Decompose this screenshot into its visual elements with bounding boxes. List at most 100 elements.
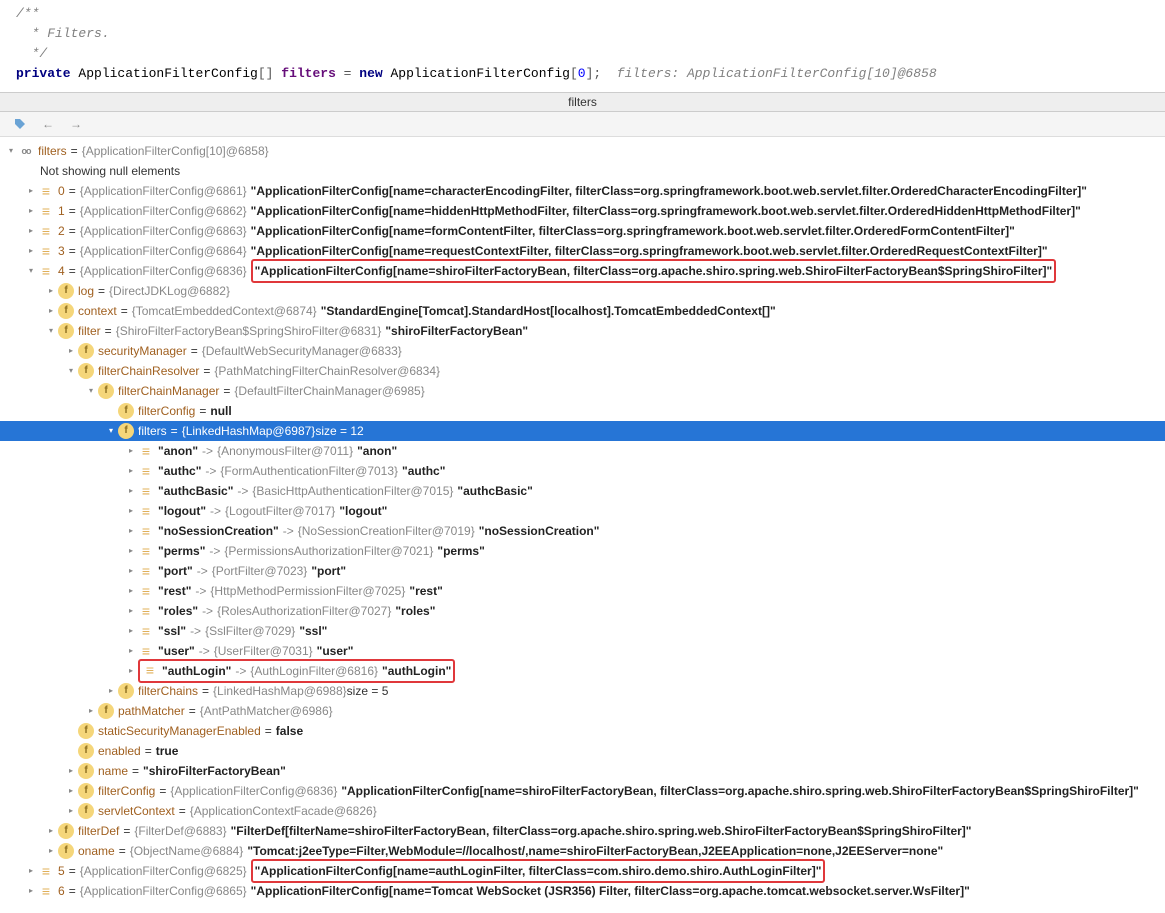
expander-icon[interactable]: ▸: [124, 664, 138, 678]
tree-prop-servletContext[interactable]: ▸ f servletContext= {ApplicationContextF…: [0, 801, 1165, 821]
expander-icon[interactable]: ▾: [84, 384, 98, 398]
expander-icon[interactable]: ▸: [124, 444, 138, 458]
map-entry[interactable]: ▸≡"anon"->{AnonymousFilter@7011}"anon": [0, 441, 1165, 461]
tree-prop-staticSec[interactable]: f staticSecurityManagerEnabled= false: [0, 721, 1165, 741]
map-entry[interactable]: ▸≡"roles"->{RolesAuthorizationFilter@702…: [0, 601, 1165, 621]
field-icon: f: [118, 403, 134, 419]
expander-icon[interactable]: ▸: [64, 764, 78, 778]
expander-icon[interactable]: ▸: [124, 564, 138, 578]
editor-code: /** * Filters. */ private ApplicationFil…: [0, 0, 1165, 92]
tree-prop-filters-selected[interactable]: ▾ f filters= {LinkedHashMap@6987} size =…: [0, 421, 1165, 441]
tree-prop-name[interactable]: ▸ f name= "shiroFilterFactoryBean": [0, 761, 1165, 781]
expander-icon[interactable]: ▸: [64, 344, 78, 358]
tree-prop-context[interactable]: ▸ f context= {TomcatEmbeddedContext@6874…: [0, 301, 1165, 321]
expander-icon[interactable]: ▾: [24, 264, 38, 278]
element-icon: ≡: [138, 583, 154, 599]
expander-icon[interactable]: ▾: [64, 364, 78, 378]
expander-icon[interactable]: ▸: [44, 844, 58, 858]
field-icon: f: [58, 283, 74, 299]
expander-icon[interactable]: ▸: [124, 464, 138, 478]
field-icon: f: [98, 383, 114, 399]
map-entry[interactable]: ▸≡"ssl"->{SslFilter@7029}"ssl": [0, 621, 1165, 641]
tag-icon[interactable]: [12, 116, 28, 132]
map-entry[interactable]: ▸≡"port"->{PortFilter@7023}"port": [0, 561, 1165, 581]
element-icon: ≡: [138, 643, 154, 659]
tree-item-2[interactable]: ▸ ≡ 2= {ApplicationFilterConfig@6863} "A…: [0, 221, 1165, 241]
back-icon[interactable]: ←: [40, 116, 56, 132]
expander-icon[interactable]: ▸: [24, 184, 38, 198]
tree-prop-securityManager[interactable]: ▸ f securityManager= {DefaultWebSecurity…: [0, 341, 1165, 361]
tree-item-1[interactable]: ▸ ≡ 1= {ApplicationFilterConfig@6862} "A…: [0, 201, 1165, 221]
field-icon: f: [58, 303, 74, 319]
element-icon: ≡: [138, 463, 154, 479]
expander-icon[interactable]: ▸: [24, 224, 38, 238]
field-icon: f: [78, 783, 94, 799]
tree-item-5[interactable]: ▸ ≡ 5= {ApplicationFilterConfig@6825} "A…: [0, 861, 1165, 881]
tree-item-0[interactable]: ▸ ≡ 0= {ApplicationFilterConfig@6861} "A…: [0, 181, 1165, 201]
expander-icon[interactable]: ▸: [124, 604, 138, 618]
tree-prop-filterChainManager[interactable]: ▾ f filterChainManager= {DefaultFilterCh…: [0, 381, 1165, 401]
expander-icon[interactable]: ▸: [124, 544, 138, 558]
expander-icon[interactable]: ▸: [124, 624, 138, 638]
expander-icon[interactable]: ▸: [124, 644, 138, 658]
expander-icon[interactable]: ▸: [84, 704, 98, 718]
field-icon: f: [78, 763, 94, 779]
element-icon: ≡: [38, 263, 54, 279]
map-entry[interactable]: ▸≡"rest"->{HttpMethodPermissionFilter@70…: [0, 581, 1165, 601]
tree-prop-enabled[interactable]: f enabled= true: [0, 741, 1165, 761]
toolbar: ← →: [0, 112, 1165, 137]
element-icon: ≡: [138, 503, 154, 519]
tree-item-4[interactable]: ▾ ≡ 4= {ApplicationFilterConfig@6836} "A…: [0, 261, 1165, 281]
map-entry[interactable]: ▸≡"authcBasic"->{BasicHttpAuthentication…: [0, 481, 1165, 501]
map-entry[interactable]: ▸≡"noSessionCreation"->{NoSessionCreatio…: [0, 521, 1165, 541]
tree-root[interactable]: ▾ oo filters = {ApplicationFilterConfig[…: [0, 141, 1165, 161]
expander-icon[interactable]: ▸: [64, 804, 78, 818]
element-icon: ≡: [38, 243, 54, 259]
map-entry-authLogin[interactable]: ▸≡"authLogin"->{AuthLoginFilter@6816}"au…: [0, 661, 1165, 681]
element-icon: ≡: [138, 523, 154, 539]
element-icon: ≡: [138, 443, 154, 459]
tree-prop-filterChains[interactable]: ▸ f filterChains= {LinkedHashMap@6988} s…: [0, 681, 1165, 701]
expander-icon[interactable]: ▸: [124, 484, 138, 498]
tree-prop-pathMatcher[interactable]: ▸ f pathMatcher= {AntPathMatcher@6986}: [0, 701, 1165, 721]
expander-icon[interactable]: ▸: [44, 284, 58, 298]
tree-item-3[interactable]: ▸ ≡ 3= {ApplicationFilterConfig@6864} "A…: [0, 241, 1165, 261]
expander-icon[interactable]: ▾: [4, 144, 18, 158]
element-icon: ≡: [38, 223, 54, 239]
expander-icon[interactable]: ▾: [104, 424, 118, 438]
panel-title: filters: [0, 92, 1165, 112]
map-entry[interactable]: ▸≡"perms"->{PermissionsAuthorizationFilt…: [0, 541, 1165, 561]
field-icon: f: [78, 743, 94, 759]
map-entry[interactable]: ▸≡"logout"->{LogoutFilter@7017}"logout": [0, 501, 1165, 521]
element-icon: ≡: [138, 563, 154, 579]
expander-icon[interactable]: ▸: [24, 884, 38, 898]
expander-icon[interactable]: ▸: [44, 304, 58, 318]
expander-icon[interactable]: ▸: [124, 584, 138, 598]
expander-icon[interactable]: ▾: [44, 324, 58, 338]
tree-item-6[interactable]: ▸ ≡ 6= {ApplicationFilterConfig@6865} "A…: [0, 881, 1165, 901]
tree-prop-filterChainResolver[interactable]: ▾ f filterChainResolver= {PathMatchingFi…: [0, 361, 1165, 381]
var-name: filters: [38, 141, 67, 161]
tree-prop-filter[interactable]: ▾ f filter= {ShiroFilterFactoryBean$Spri…: [0, 321, 1165, 341]
field-icon: f: [118, 683, 134, 699]
tree-prop-filterConfig[interactable]: f filterConfig= null: [0, 401, 1165, 421]
expander-icon[interactable]: ▸: [64, 784, 78, 798]
field-icon: f: [78, 803, 94, 819]
expander-icon[interactable]: ▸: [124, 504, 138, 518]
expander-icon[interactable]: ▸: [124, 524, 138, 538]
tree-prop-filterConfig2[interactable]: ▸ f filterConfig= {ApplicationFilterConf…: [0, 781, 1165, 801]
tree-prop-oname[interactable]: ▸ f oname= {ObjectName@6884} "Tomcat:j2e…: [0, 841, 1165, 861]
expander-icon[interactable]: ▸: [104, 684, 118, 698]
element-icon: ≡: [38, 203, 54, 219]
expander-icon[interactable]: ▸: [24, 244, 38, 258]
forward-icon[interactable]: →: [68, 116, 84, 132]
expander-icon[interactable]: ▸: [24, 204, 38, 218]
var-value: {ApplicationFilterConfig[10]@6858}: [82, 141, 269, 161]
tree-prop-log[interactable]: ▸ f log= {DirectJDKLog@6882}: [0, 281, 1165, 301]
map-entry[interactable]: ▸≡"user"->{UserFilter@7031}"user": [0, 641, 1165, 661]
expander-icon[interactable]: ▸: [24, 864, 38, 878]
map-entry[interactable]: ▸≡"authc"->{FormAuthenticationFilter@701…: [0, 461, 1165, 481]
tree-prop-filterDef[interactable]: ▸ f filterDef= {FilterDef@6883} "FilterD…: [0, 821, 1165, 841]
element-icon: ≡: [38, 863, 54, 879]
expander-icon[interactable]: ▸: [44, 824, 58, 838]
